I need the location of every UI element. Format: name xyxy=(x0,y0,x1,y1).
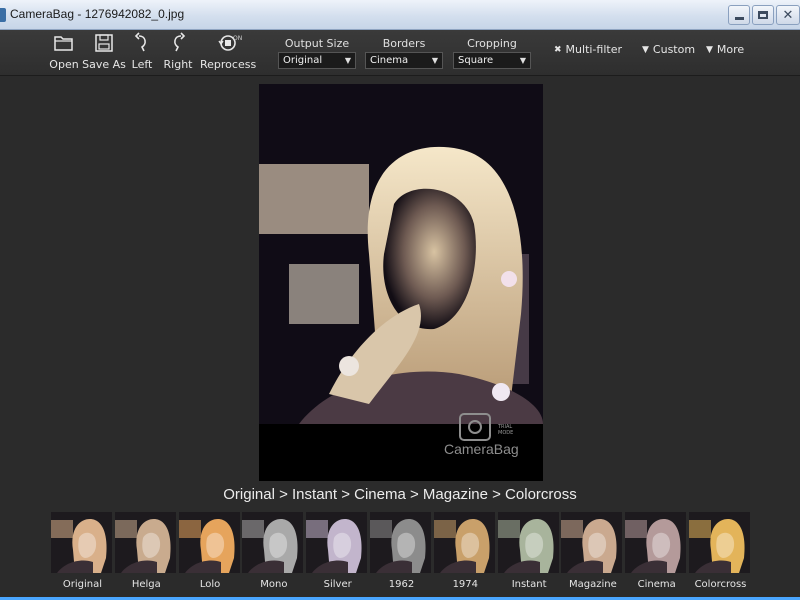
cropping-label: Cropping xyxy=(467,37,517,50)
multi-filter-label: Multi-filter xyxy=(565,43,622,56)
minimize-icon xyxy=(734,16,744,20)
title-bar: CameraBag - 1276942082_0.jpg ✕ xyxy=(0,0,800,30)
chevron-down-icon: ▼ xyxy=(642,44,649,55)
save-icon xyxy=(95,34,113,52)
window-controls: ✕ xyxy=(728,5,800,25)
custom-label: Custom xyxy=(652,43,696,56)
filter-thumbnail[interactable]: Colorcross xyxy=(689,512,752,590)
rotate-left-icon xyxy=(134,32,146,52)
close-icon: ✕ xyxy=(782,7,794,23)
borders-label: Borders xyxy=(382,37,426,50)
filter-thumbnail-image xyxy=(625,512,687,573)
camerabag-logo-icon xyxy=(459,413,491,441)
filter-label: Mono xyxy=(260,579,288,590)
output-size-dropdown[interactable]: Original ▼ xyxy=(278,52,356,69)
open-button[interactable]: Open xyxy=(42,32,86,74)
close-button[interactable]: ✕ xyxy=(776,5,800,25)
borders-group: Borders Cinema ▼ xyxy=(365,37,443,69)
custom-button[interactable]: ▼ Custom xyxy=(642,43,695,56)
chevron-down-icon: ▼ xyxy=(519,56,526,65)
filter-label: Helga xyxy=(131,579,161,590)
filter-thumbnail[interactable]: Original xyxy=(51,512,114,590)
filter-label: Original xyxy=(62,579,103,590)
folder-icon xyxy=(54,36,73,51)
filter-thumbnail[interactable]: Magazine xyxy=(561,512,624,590)
minimize-button[interactable] xyxy=(728,5,750,25)
filter-breadcrumb: Original > Instant > Cinema > Magazine >… xyxy=(223,486,577,503)
reprocess-toggle-state: ON xyxy=(233,35,243,42)
app-icon xyxy=(0,8,6,22)
filter-thumbnail-image xyxy=(433,512,495,573)
borders-dropdown[interactable]: Cinema ▼ xyxy=(365,52,443,69)
filter-thumbnail-image xyxy=(114,512,176,573)
filter-thumbnail-image xyxy=(178,512,240,573)
filter-label: Cinema xyxy=(637,579,676,590)
window-title: CameraBag - 1276942082_0.jpg xyxy=(10,7,185,21)
filter-label: Colorcross xyxy=(694,579,747,590)
filter-thumbnail-image xyxy=(242,512,304,573)
close-x-icon: ✖ xyxy=(554,44,562,55)
trial-mode-label: TRIAL MODE xyxy=(498,424,514,436)
rotate-right-button[interactable]: Right xyxy=(156,32,200,74)
filter-label: Silver xyxy=(323,579,352,590)
filter-thumbnail[interactable]: Lolo xyxy=(178,512,242,590)
filter-thumbnail-image xyxy=(689,512,750,573)
filter-thumbnail[interactable]: Helga xyxy=(114,512,178,590)
chevron-down-icon: ▼ xyxy=(706,44,713,55)
borders-value: Cinema xyxy=(370,55,409,66)
photo-preview[interactable] xyxy=(259,84,543,481)
photo-image xyxy=(259,84,543,481)
output-size-group: Output Size Original ▼ xyxy=(278,37,356,69)
filter-thumbnail-image xyxy=(306,512,368,573)
filter-thumbnail[interactable]: Instant xyxy=(497,512,561,590)
more-button[interactable]: ▼ More xyxy=(706,43,744,56)
filter-thumbnail-image xyxy=(51,512,112,573)
filter-label: 1974 xyxy=(452,579,479,590)
filter-thumbnail[interactable]: Mono xyxy=(242,512,305,590)
cropping-group: Cropping Square ▼ xyxy=(453,37,531,69)
open-label: Open xyxy=(49,58,79,71)
filter-strip: Original Helga Lolo Mono Silver 1962 1974 Insta… xyxy=(0,512,800,600)
filter-thumbnail-image xyxy=(561,512,623,573)
chevron-down-icon: ▼ xyxy=(344,56,351,65)
multi-filter-button[interactable]: ✖ Multi-filter xyxy=(554,43,622,56)
filter-thumbnail-image xyxy=(370,512,431,573)
toolbar: Open Save As Left Right ON Reprocess Out… xyxy=(0,30,800,76)
rotate-right-icon xyxy=(174,32,186,52)
output-size-value: Original xyxy=(283,55,323,66)
chevron-down-icon: ▼ xyxy=(431,56,438,65)
filter-thumbnail-image xyxy=(497,512,559,573)
cropping-dropdown[interactable]: Square ▼ xyxy=(453,52,531,69)
filter-thumbnail[interactable]: 1962 xyxy=(370,512,433,590)
filter-thumbnail[interactable]: Cinema xyxy=(625,512,688,590)
output-size-label: Output Size xyxy=(284,37,350,50)
filter-label: Lolo xyxy=(199,579,221,590)
maximize-button[interactable] xyxy=(752,5,774,25)
cropping-value: Square xyxy=(458,55,494,66)
reprocess-label: Reprocess xyxy=(200,58,257,71)
maximize-icon xyxy=(758,11,768,19)
filter-thumbnail[interactable]: Silver xyxy=(306,512,369,590)
watermark-name: CameraBag xyxy=(444,441,519,457)
filter-thumbnail[interactable]: 1974 xyxy=(433,512,497,590)
filter-label: Magazine xyxy=(569,579,617,590)
rotate-right-label: Right xyxy=(163,58,193,71)
reprocess-button[interactable]: ON Reprocess xyxy=(200,32,256,74)
filter-label: Instant xyxy=(511,579,547,590)
more-label: More xyxy=(716,43,745,56)
filter-label: 1962 xyxy=(388,579,415,590)
